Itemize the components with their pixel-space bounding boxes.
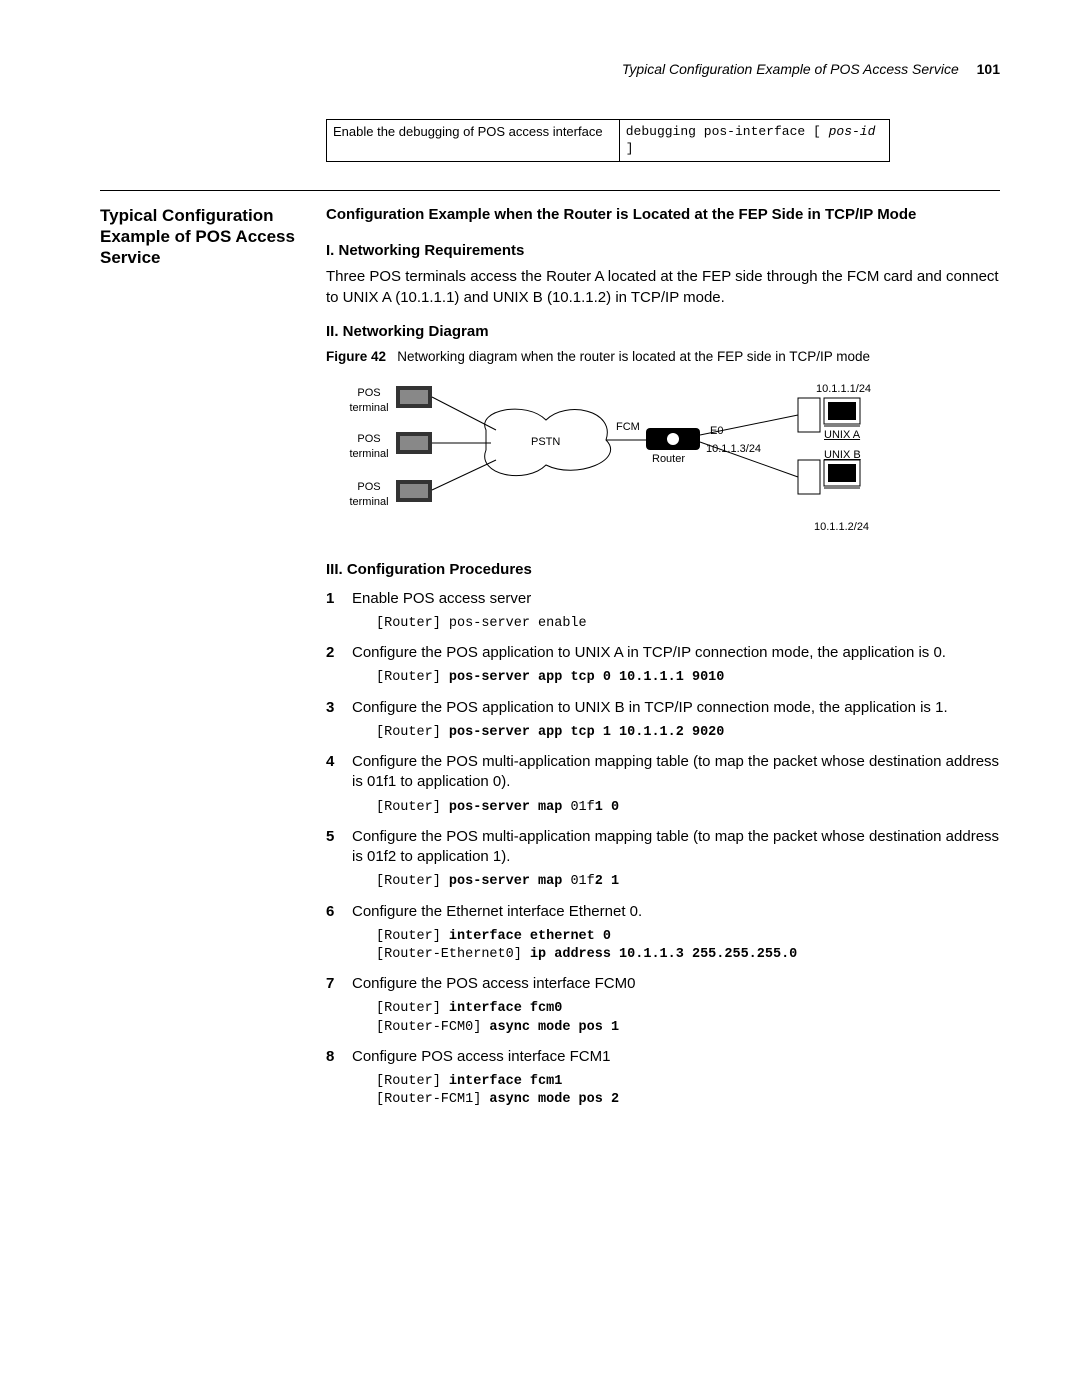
step-3: Configure the POS application to UNIX B … (326, 698, 1000, 742)
step-1-code: [Router] pos-server enable (352, 615, 1000, 633)
step-3-code: [Router] pos-server app tcp 1 10.1.1.2 9… (352, 724, 1000, 742)
step-5: Configure the POS multi-application mapp… (326, 827, 1000, 892)
table-cmd: debugging pos-interface [ pos-id ] (619, 119, 889, 161)
section-rule (100, 190, 1000, 191)
unixb-ip-label: 10.1.1.2/24 (814, 520, 869, 535)
fcm-label: FCM (616, 420, 640, 435)
step-8: Configure POS access interface FCM1 [Rou… (326, 1047, 1000, 1110)
running-head: Typical Configuration Example of POS Acc… (100, 60, 1000, 79)
pos-label-1: POS terminal (344, 386, 394, 416)
step-6: Configure the Ethernet interface Etherne… (326, 902, 1000, 965)
side-heading: Typical Configuration Example of POS Acc… (100, 205, 310, 269)
step-7: Configure the POS access interface FCM0 … (326, 974, 1000, 1037)
step-6-code: [Router] interface ethernet 0 [Router-Et… (352, 928, 1000, 964)
unixb-label: UNIX B (824, 448, 861, 463)
step-7-code: [Router] interface fcm0 [Router-FCM0] as… (352, 1000, 1000, 1036)
figure-caption: Figure 42 Networking diagram when the ro… (326, 348, 1000, 366)
router-label: Router (652, 452, 685, 467)
e0-ip-label: 10.1.1.3/24 (706, 442, 761, 457)
step-2-code: [Router] pos-server app tcp 0 10.1.1.1 9… (352, 669, 1000, 687)
step-2: Configure the POS application to UNIX A … (326, 643, 1000, 687)
pos-label-2: POS terminal (344, 432, 394, 462)
command-table: Enable the debugging of POS access inter… (326, 119, 890, 162)
req-heading: I. Networking Requirements (326, 241, 1000, 261)
proc-heading: III. Configuration Procedures (326, 560, 1000, 580)
step-4-code: [Router] pos-server map 01f1 0 (352, 799, 1000, 817)
section-title: Configuration Example when the Router is… (326, 205, 1000, 225)
running-title: Typical Configuration Example of POS Acc… (622, 61, 959, 77)
step-5-code: [Router] pos-server map 01f2 1 (352, 873, 1000, 891)
step-4: Configure the POS multi-application mapp… (326, 752, 1000, 817)
pstn-label: PSTN (531, 435, 560, 450)
page-number: 101 (977, 61, 1000, 77)
table-desc: Enable the debugging of POS access inter… (327, 119, 620, 161)
diagram-svg (326, 380, 886, 550)
unixa-ip-label: 10.1.1.1/24 (816, 382, 871, 397)
e0-label: E0 (710, 424, 723, 439)
step-8-code: [Router] interface fcm1 [Router-FCM1] as… (352, 1073, 1000, 1109)
network-diagram: POS terminal POS terminal POS terminal P… (326, 380, 886, 550)
step-1: Enable POS access server [Router] pos-se… (326, 589, 1000, 633)
unixa-label: UNIX A (824, 428, 860, 443)
procedure-list: Enable POS access server [Router] pos-se… (326, 589, 1000, 1110)
req-body: Three POS terminals access the Router A … (326, 267, 1000, 308)
diagram-heading: II. Networking Diagram (326, 322, 1000, 342)
pos-label-3: POS terminal (344, 480, 394, 510)
